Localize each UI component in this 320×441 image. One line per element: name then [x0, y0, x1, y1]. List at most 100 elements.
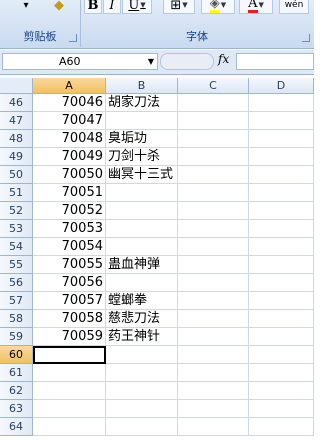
cell-b[interactable]: [106, 382, 178, 400]
cell-d[interactable]: [249, 256, 314, 274]
name-box[interactable]: A60 ▼: [2, 53, 158, 70]
cell-a[interactable]: 70049: [33, 148, 106, 166]
row-header[interactable]: 59: [0, 328, 33, 346]
row-header[interactable]: 47: [0, 112, 33, 130]
name-box-dropdown-icon[interactable]: ▼: [148, 54, 154, 69]
row-header[interactable]: 58: [0, 310, 33, 328]
row-header[interactable]: 49: [0, 148, 33, 166]
cell-c[interactable]: [178, 400, 249, 418]
column-header-a[interactable]: A: [33, 78, 106, 94]
row-header[interactable]: 54: [0, 238, 33, 256]
row-header[interactable]: 64: [0, 418, 33, 436]
cell-d[interactable]: [249, 328, 314, 346]
cell-d[interactable]: [249, 112, 314, 130]
cell-c[interactable]: [178, 148, 249, 166]
cell-b[interactable]: [106, 364, 178, 382]
column-header-d[interactable]: D: [249, 78, 314, 94]
borders-dropdown-icon[interactable]: ▼: [182, 1, 187, 9]
cell-a[interactable]: 70056: [33, 274, 106, 292]
cell-a[interactable]: 70046: [33, 94, 106, 112]
cell-a[interactable]: 70057: [33, 292, 106, 310]
cell-d[interactable]: [249, 238, 314, 256]
cell-c[interactable]: [178, 166, 249, 184]
cell-a[interactable]: 70050: [33, 166, 106, 184]
insert-function-icon[interactable]: fx: [218, 52, 229, 66]
fill-color-button[interactable]: ◈ ▼: [201, 0, 235, 14]
cell-c[interactable]: [178, 310, 249, 328]
cell-b[interactable]: [106, 220, 178, 238]
cell-a[interactable]: 70058: [33, 310, 106, 328]
cell-a[interactable]: 70047: [33, 112, 106, 130]
cell-c[interactable]: [178, 328, 249, 346]
cell-c[interactable]: [178, 112, 249, 130]
cell-a[interactable]: 70051: [33, 184, 106, 202]
cell-c[interactable]: [178, 202, 249, 220]
cell-a[interactable]: [33, 382, 106, 400]
cell-d[interactable]: [249, 382, 314, 400]
font-color-button[interactable]: A ▼: [239, 0, 273, 14]
row-header[interactable]: 46: [0, 94, 33, 112]
cell-a[interactable]: [33, 346, 106, 364]
clipboard-launcher-icon[interactable]: [69, 34, 77, 42]
fill-color-dropdown-icon[interactable]: ▼: [221, 1, 226, 9]
cell-d[interactable]: [249, 346, 314, 364]
cell-b[interactable]: [106, 184, 178, 202]
cell-b[interactable]: 幽冥十三式: [106, 166, 178, 184]
cell-d[interactable]: [249, 292, 314, 310]
cell-c[interactable]: [178, 364, 249, 382]
cell-a[interactable]: 70048: [33, 130, 106, 148]
cell-b[interactable]: 刀剑十杀: [106, 148, 178, 166]
paste-arrow-icon[interactable]: ▾: [8, 0, 44, 14]
formula-bar-splitter[interactable]: [160, 53, 214, 70]
column-header-b[interactable]: B: [106, 78, 178, 94]
cell-a[interactable]: 70052: [33, 202, 106, 220]
italic-button[interactable]: I: [103, 0, 121, 14]
formula-input[interactable]: [236, 53, 314, 70]
cell-d[interactable]: [249, 418, 314, 436]
cell-d[interactable]: [249, 364, 314, 382]
cell-c[interactable]: [178, 292, 249, 310]
cell-b[interactable]: [106, 112, 178, 130]
cell-b[interactable]: 药王神针: [106, 328, 178, 346]
cell-d[interactable]: [249, 310, 314, 328]
cell-b[interactable]: [106, 274, 178, 292]
font-color-dropdown-icon[interactable]: ▼: [259, 1, 264, 9]
cell-a[interactable]: 70054: [33, 238, 106, 256]
cell-b[interactable]: 臭垢功: [106, 130, 178, 148]
column-header-c[interactable]: C: [178, 78, 249, 94]
cell-b[interactable]: 胡家刀法: [106, 94, 178, 112]
cell-c[interactable]: [178, 130, 249, 148]
cell-a[interactable]: [33, 418, 106, 436]
row-header[interactable]: 48: [0, 130, 33, 148]
cell-d[interactable]: [249, 130, 314, 148]
cell-d[interactable]: [249, 184, 314, 202]
cell-d[interactable]: [249, 148, 314, 166]
row-header[interactable]: 61: [0, 364, 33, 382]
row-header[interactable]: 56: [0, 274, 33, 292]
select-all-corner[interactable]: [0, 78, 33, 94]
row-header[interactable]: 53: [0, 220, 33, 238]
cell-d[interactable]: [249, 166, 314, 184]
cell-b[interactable]: 慈悲刀法: [106, 310, 178, 328]
row-header[interactable]: 52: [0, 202, 33, 220]
cell-c[interactable]: [178, 94, 249, 112]
cell-d[interactable]: [249, 202, 314, 220]
cell-d[interactable]: [249, 274, 314, 292]
row-header[interactable]: 51: [0, 184, 33, 202]
cell-b[interactable]: [106, 238, 178, 256]
cell-d[interactable]: [249, 220, 314, 238]
phonetic-guide-button[interactable]: wén: [279, 0, 309, 14]
cell-c[interactable]: [178, 382, 249, 400]
format-painter-icon[interactable]: ◆: [50, 0, 68, 14]
font-launcher-icon[interactable]: [302, 34, 310, 42]
borders-button[interactable]: ⊞ ▼: [163, 0, 195, 14]
cell-d[interactable]: [249, 94, 314, 112]
row-header[interactable]: 57: [0, 292, 33, 310]
row-header[interactable]: 62: [0, 382, 33, 400]
cell-b[interactable]: [106, 346, 178, 364]
cell-c[interactable]: [178, 238, 249, 256]
cell-c[interactable]: [178, 184, 249, 202]
row-header[interactable]: 63: [0, 400, 33, 418]
cell-c[interactable]: [178, 346, 249, 364]
cell-d[interactable]: [249, 400, 314, 418]
